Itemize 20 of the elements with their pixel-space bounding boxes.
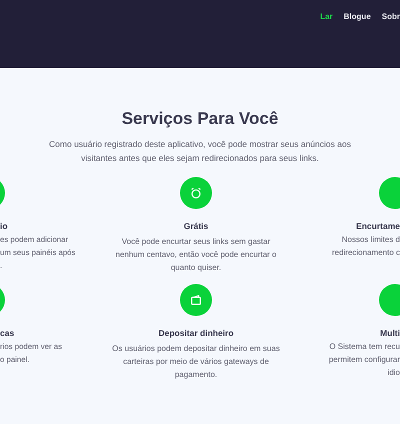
service-title: cas [0,327,14,340]
service-description: Nossos limites d [342,234,400,246]
service-description: redirecionamento c [332,247,400,259]
alarm-clock-icon [189,186,203,200]
nav-link[interactable]: Lar [320,11,333,23]
service-description: O Sistema tem recu [329,341,400,353]
service-title: io [0,220,8,233]
service-description: permitem configurar [328,354,400,366]
nav-link[interactable]: Sobr [382,11,400,23]
service-description: idio [388,367,400,379]
service-description: Os usuários podem depositar dinheiro em suas carteiras por meio de vários gateways de pagamento. [111,343,281,381]
section-title: Serviços Para Você [120,108,280,130]
service-description: Você pode encurtar seus links sem gastar nenhum centavo, então você pode encurtar o quanto quiser. [114,236,278,274]
service-title: Grátis [184,220,208,233]
nav-link[interactable]: Blogue [344,11,371,23]
service-title: Multi [380,327,400,340]
service-title: Encurtame [356,220,400,233]
section-subtitle: Como usuário registrado deste aplicativo, você pode mostrar seus anúncios aos visitantes antes que eles sejam redirecionados para seus links. [48,138,352,165]
wallet-icon [189,293,203,307]
service-title: Depositar dinheiro [158,327,234,340]
